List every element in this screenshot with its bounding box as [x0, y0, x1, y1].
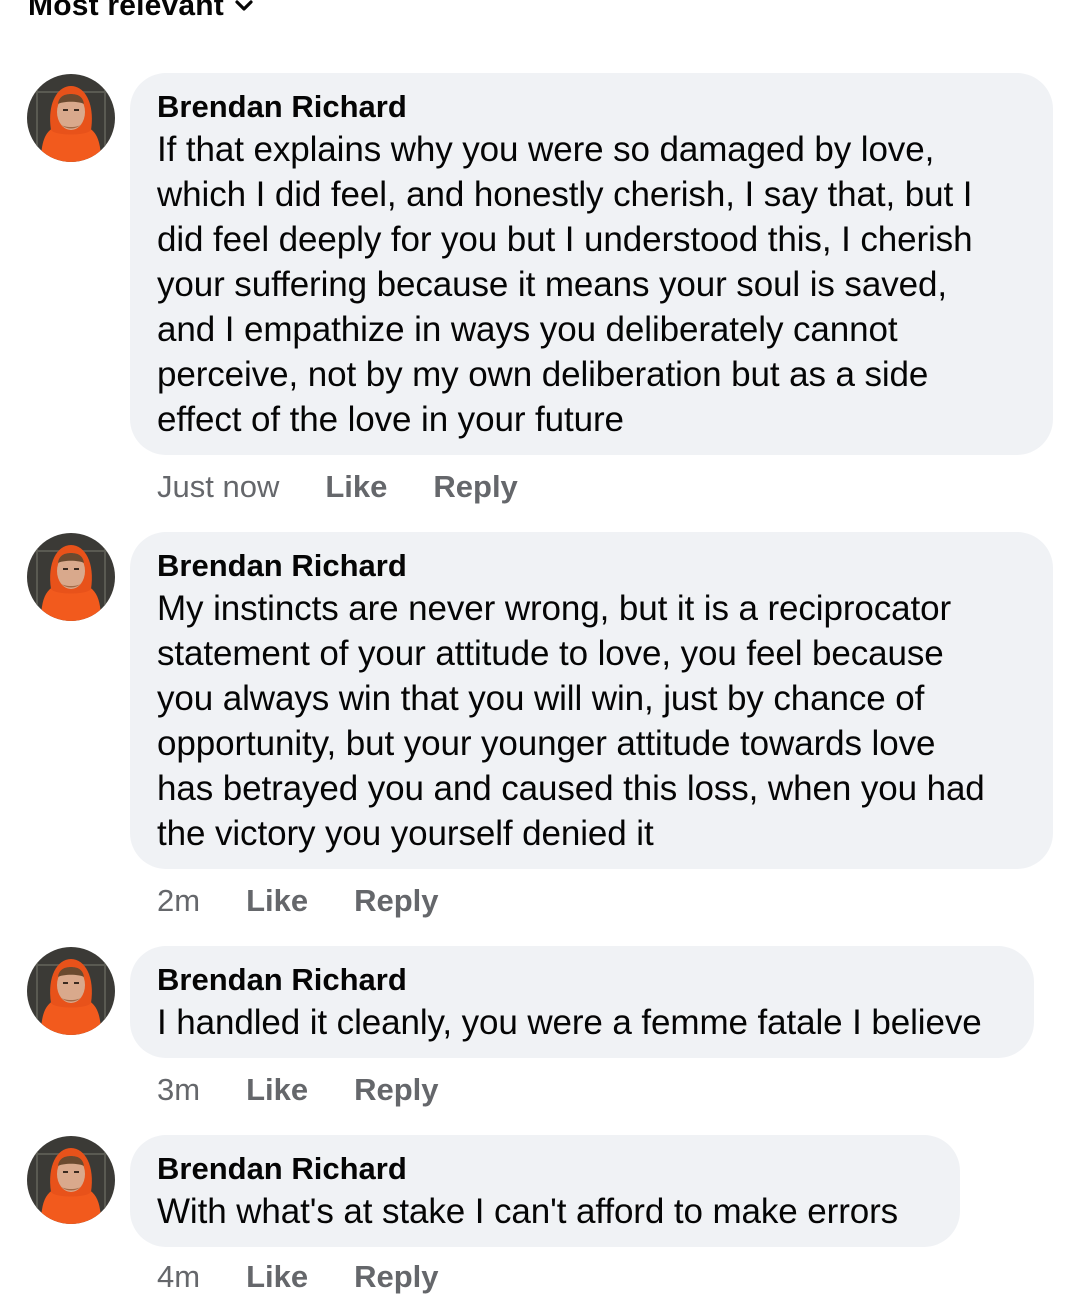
like-button[interactable]: Like — [325, 469, 387, 505]
like-button[interactable]: Like — [246, 1072, 308, 1108]
comment-time[interactable]: Just now — [157, 469, 279, 505]
avatar[interactable] — [27, 947, 115, 1035]
comment-actions: Just now Like Reply — [157, 467, 564, 507]
chevron-down-icon — [235, 0, 253, 11]
comment-author[interactable]: Brendan Richard — [157, 546, 1026, 586]
reply-button[interactable]: Reply — [354, 883, 438, 919]
comment-author[interactable]: Brendan Richard — [157, 960, 1007, 1000]
comment-time[interactable]: 2m — [157, 883, 200, 919]
reply-button[interactable]: Reply — [354, 1259, 438, 1295]
comment-author[interactable]: Brendan Richard — [157, 87, 1026, 127]
profile-photo — [27, 947, 115, 1035]
profile-photo — [27, 1136, 115, 1224]
comment-actions: 2m Like Reply — [157, 881, 485, 921]
comment-bubble: Brendan Richard I handled it cleanly, yo… — [130, 946, 1034, 1058]
comment-bubble: Brendan Richard My instincts are never w… — [130, 532, 1053, 869]
comment-bubble: Brendan Richard With what's at stake I c… — [130, 1135, 960, 1247]
comment-text: My instincts are never wrong, but it is … — [157, 589, 985, 853]
avatar[interactable] — [27, 74, 115, 162]
profile-photo — [27, 74, 115, 162]
like-button[interactable]: Like — [246, 1259, 308, 1295]
comment-actions: 3m Like Reply — [157, 1070, 485, 1110]
comment-text: I handled it cleanly, you were a femme f… — [157, 1003, 982, 1042]
comment-time[interactable]: 4m — [157, 1259, 200, 1295]
profile-photo — [27, 533, 115, 621]
like-button[interactable]: Like — [246, 883, 308, 919]
comment-time[interactable]: 3m — [157, 1072, 200, 1108]
comment-bubble: Brendan Richard If that explains why you… — [130, 73, 1053, 455]
comment-author[interactable]: Brendan Richard — [157, 1149, 933, 1189]
reply-button[interactable]: Reply — [433, 469, 517, 505]
comment-text: If that explains why you were so damaged… — [157, 130, 973, 439]
avatar[interactable] — [27, 533, 115, 621]
comment-actions: 4m Like Reply — [157, 1257, 485, 1297]
avatar[interactable] — [27, 1136, 115, 1224]
comment-text: With what's at stake I can't afford to m… — [157, 1192, 899, 1231]
sort-dropdown[interactable]: Most relevant — [28, 0, 254, 26]
reply-button[interactable]: Reply — [354, 1072, 438, 1108]
sort-label: Most relevant — [28, 0, 224, 22]
